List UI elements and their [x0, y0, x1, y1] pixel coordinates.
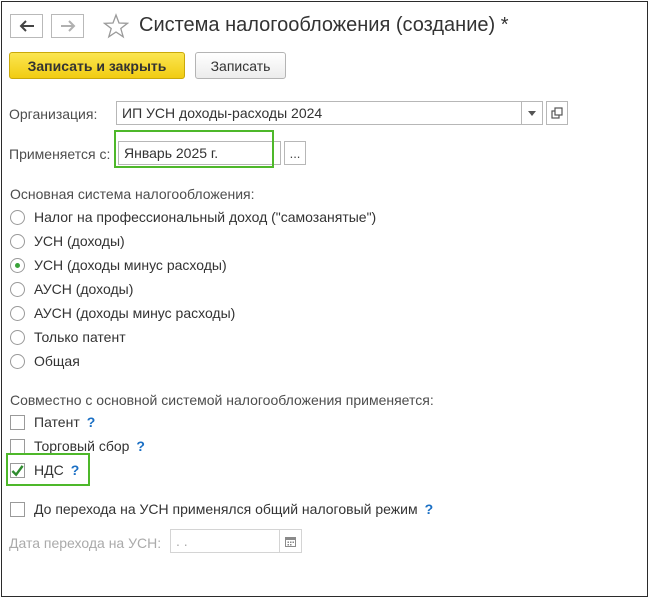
- applies-from-label: Применяется с:: [9, 146, 111, 162]
- organization-label: Организация:: [9, 106, 98, 122]
- checkbox[interactable]: [10, 501, 25, 517]
- radio-option-usn-income-minus-expenses[interactable]: УСН (доходы минус расходы): [10, 255, 227, 275]
- checkbox[interactable]: [10, 438, 25, 454]
- arrow-left-icon: [19, 20, 34, 32]
- checkbox-label: Торговый сбор: [34, 438, 130, 454]
- back-button[interactable]: [10, 14, 43, 38]
- radio-label: Общая: [34, 353, 80, 369]
- help-icon[interactable]: ?: [425, 501, 434, 517]
- radio-option-usn-income[interactable]: УСН (доходы): [10, 231, 125, 251]
- star-icon[interactable]: [103, 13, 129, 39]
- calendar-icon: [285, 536, 296, 547]
- checkbox-general-regime-before-usn[interactable]: До перехода на УСН применялся общий нало…: [10, 499, 433, 519]
- radio-option-self-employed[interactable]: Налог на профессиональный доход ("самоза…: [10, 207, 376, 227]
- checkbox-patent[interactable]: Патент ?: [10, 412, 95, 432]
- radio-label: УСН (доходы): [34, 233, 125, 249]
- radio-label: АУСН (доходы минус расходы): [34, 305, 236, 321]
- calendar-button[interactable]: [279, 529, 302, 553]
- radio-label: АУСН (доходы): [34, 281, 134, 297]
- organization-open-button[interactable]: [546, 101, 568, 125]
- save-button[interactable]: Записать: [195, 52, 286, 79]
- radio-button-selected[interactable]: [10, 257, 25, 273]
- checkbox[interactable]: [10, 414, 25, 430]
- applies-from-picker-button[interactable]: ...: [284, 141, 306, 165]
- radio-option-ausn-income-minus-expenses[interactable]: АУСН (доходы минус расходы): [10, 303, 235, 323]
- combined-systems-label: Совместно с основной системой налогообло…: [10, 392, 434, 408]
- radio-label: Налог на профессиональный доход ("самоза…: [34, 209, 377, 225]
- highlight-frame: [114, 130, 274, 168]
- chevron-down-icon: [528, 110, 536, 116]
- checkbox-label: До перехода на УСН применялся общий нало…: [34, 501, 418, 517]
- radio-label: УСН (доходы минус расходы): [34, 257, 227, 273]
- organization-dropdown-button[interactable]: [521, 101, 543, 125]
- help-icon[interactable]: ?: [87, 414, 96, 430]
- page-title: Система налогообложения (создание) *: [139, 14, 509, 36]
- transition-date-field[interactable]: . .: [170, 529, 280, 553]
- radio-option-patent-only[interactable]: Только патент: [10, 327, 126, 347]
- arrow-right-icon: [60, 20, 75, 32]
- radio-label: Только патент: [34, 329, 126, 345]
- radio-option-general[interactable]: Общая: [10, 351, 80, 371]
- highlight-frame: [6, 453, 90, 486]
- radio-button[interactable]: [10, 353, 25, 369]
- checkbox-label: Патент: [34, 414, 80, 430]
- radio-button[interactable]: [10, 329, 25, 345]
- radio-button[interactable]: [10, 233, 25, 249]
- radio-button[interactable]: [10, 305, 25, 321]
- radio-button[interactable]: [10, 209, 25, 225]
- forward-button[interactable]: [51, 14, 84, 38]
- transition-date-label: Дата перехода на УСН:: [9, 535, 162, 551]
- main-system-label: Основная система налогообложения:: [10, 186, 255, 202]
- form-window: Система налогообложения (создание) * Зап…: [1, 1, 648, 597]
- help-icon[interactable]: ?: [136, 438, 145, 454]
- radio-option-ausn-income[interactable]: АУСН (доходы): [10, 279, 133, 299]
- open-window-icon: [551, 107, 563, 119]
- organization-field[interactable]: ИП УСН доходы-расходы 2024: [116, 101, 522, 125]
- radio-button[interactable]: [10, 281, 25, 297]
- save-and-close-button[interactable]: Записать и закрыть: [9, 52, 185, 79]
